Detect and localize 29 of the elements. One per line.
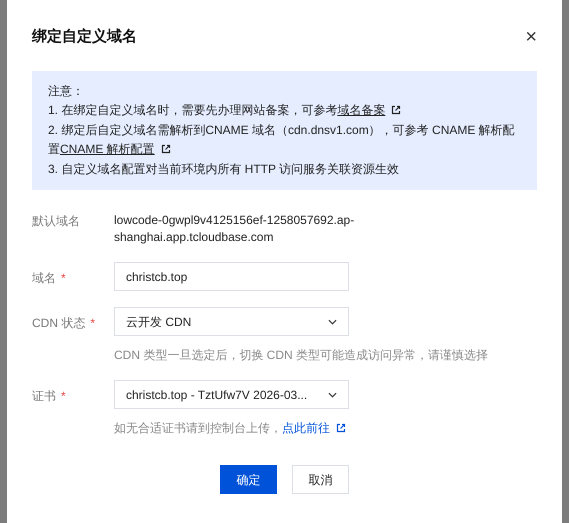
hint-link[interactable]: 点此前往 bbox=[282, 421, 346, 435]
select-field[interactable]: christcb.top - TztUfw7V 2026-03... bbox=[114, 380, 349, 409]
external-link-icon[interactable] bbox=[160, 144, 171, 154]
notice-title: 注意： bbox=[48, 82, 85, 100]
notice-link[interactable]: 域名备案 bbox=[337, 103, 402, 117]
required-mark: * bbox=[61, 271, 66, 285]
confirm-button[interactable]: 确定 bbox=[220, 465, 277, 494]
field-label: 域名 bbox=[32, 271, 56, 285]
hint-text: 如无合适证书请到控制台上传，点此前往 bbox=[114, 419, 349, 437]
cancel-button[interactable]: 取消 bbox=[292, 465, 349, 494]
domain-input[interactable]: christcb.top bbox=[114, 262, 349, 291]
select-field[interactable]: 云开发 CDN bbox=[114, 307, 349, 336]
required-mark: * bbox=[90, 316, 96, 330]
dialog-title: 绑定自定义域名 bbox=[32, 27, 137, 47]
notice-link[interactable]: CNAME 解析配置 bbox=[60, 142, 171, 156]
notice-text: 3. 自定义域名配置对当前环境内所有 HTTP 访问服务关联资源生效 bbox=[48, 160, 400, 178]
hint-text: CDN 类型一旦选定后，切换 CDN 类型可能造成访问异常，请谨慎选择 bbox=[114, 347, 488, 364]
external-link-icon[interactable] bbox=[391, 105, 402, 115]
notice-text: 2. 绑定后自定义域名需解析到CNAME 域名（cdn.dnsv1.com），可参考 CNAME 解析配置CNAME 解析配置 bbox=[48, 122, 516, 158]
close-button[interactable]: × bbox=[525, 27, 537, 48]
field-value: lowcode-0gwpl9v4125156ef-1258057692.ap-shanghai.app.tcloudbase.com bbox=[114, 212, 356, 246]
notice-text: 1. 在绑定自定义域名时，需要先办理网站备案，可参考域名备案 bbox=[48, 101, 518, 120]
field-label: 默认域名 bbox=[32, 214, 80, 228]
chevron-down-icon[interactable] bbox=[328, 318, 337, 324]
field-label: CDN 状态 bbox=[32, 316, 86, 330]
external-link-icon[interactable] bbox=[336, 423, 346, 433]
chevron-down-icon[interactable] bbox=[328, 392, 337, 398]
required-mark: * bbox=[61, 389, 66, 403]
field-label: 证书 bbox=[32, 389, 56, 403]
